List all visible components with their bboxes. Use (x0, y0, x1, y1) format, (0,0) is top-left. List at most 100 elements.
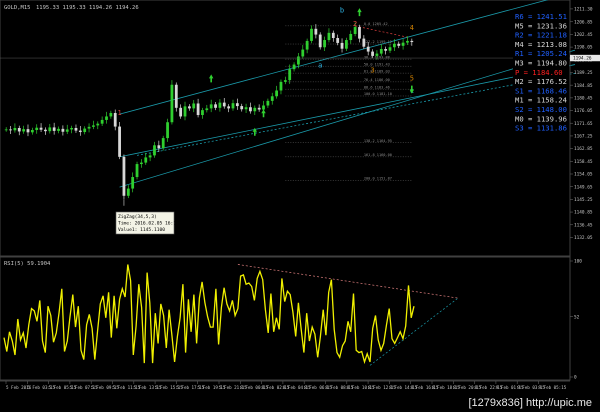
current-price-label: 1194.26 (573, 56, 592, 62)
candle-body (92, 125, 95, 127)
fib-label: 61.8 1189.03 (364, 69, 390, 73)
candle-body (244, 107, 248, 110)
candle-body (126, 188, 130, 196)
rsi-panel: RSI(5) 59.1904 100 52 0 (0, 256, 582, 381)
rsi-tick-label: 100 (574, 259, 582, 265)
price-tick-label: 1145.25 (574, 197, 593, 203)
candle-body (157, 145, 161, 149)
fib-label: 0.0 1205.42 (364, 22, 388, 26)
candle-body (392, 43, 396, 48)
price-tick-label: 1154.05 (574, 172, 593, 178)
watermark: [1279x836] http://upic.me (464, 396, 596, 410)
candle-body (57, 128, 60, 131)
price-tick-label: 1132.05 (574, 235, 593, 241)
candle-body (262, 105, 265, 110)
candle-body (214, 104, 217, 108)
candle-body (388, 47, 392, 51)
symbol-header: GOLD,M15 (4, 5, 31, 11)
price-tick-label: 1189.25 (574, 70, 593, 76)
candle-body (109, 113, 113, 117)
candle-body (74, 128, 78, 131)
pivot-level-label: M1 = 1158.24 (515, 96, 567, 105)
chart-canvas: GOLD,M15 1195.33 1195.33 1194.26 1194.26… (0, 0, 600, 390)
candle-body (192, 103, 196, 109)
candle-body (257, 107, 261, 110)
candle-body (231, 103, 235, 109)
candle-body (209, 104, 213, 109)
candle-body (275, 90, 279, 97)
candle-body (235, 103, 239, 107)
candle-body (288, 69, 292, 81)
candle-body (131, 177, 135, 189)
candle-body (196, 103, 200, 116)
candle-body (362, 38, 366, 47)
candle-body (336, 38, 340, 43)
pivot-level-label: S1 = 1168.46 (515, 86, 567, 95)
pivot-level-label: R1 = 1205.24 (515, 49, 567, 58)
price-tick-label: 1184.85 (574, 83, 593, 89)
candle-body (379, 48, 383, 54)
candle-body (105, 116, 108, 120)
fib-label: 161.8 1160.00 (364, 153, 392, 157)
candle-body (174, 84, 178, 108)
candle-body (314, 28, 318, 35)
candle-body (292, 64, 296, 70)
candle-body (13, 128, 17, 131)
pivot-level-label: M4 = 1213.08 (515, 40, 567, 49)
candle-body (205, 108, 209, 111)
tooltip-line-3: Value1: 1145.1100 (118, 227, 165, 233)
fib-label: 100.0 1181.10 (364, 92, 392, 96)
candle-body (366, 46, 370, 52)
price-tick-label: 1136.45 (574, 222, 593, 228)
price-tick-label: 1211.30 (574, 7, 593, 13)
candle-body (222, 102, 226, 107)
candle-body (26, 129, 30, 133)
pivot-levels-legend: R6 = 1241.51M5 = 1231.36R2 = 1221.18M4 =… (513, 10, 569, 134)
fib-label: 88.6 1183.46 (364, 85, 390, 89)
candle-body (283, 80, 287, 82)
time-tick-label: 9 Feb 05:15 (539, 385, 567, 390)
rsi-tick-label: 0 (574, 375, 577, 381)
candle-body (340, 42, 344, 49)
price-tick-label: 1198.05 (574, 45, 593, 51)
candle-body (135, 164, 139, 178)
price-tick-label: 1167.25 (574, 134, 593, 140)
candle-body (87, 126, 91, 129)
candle-body (397, 43, 401, 46)
wave-label-3: 3 (370, 67, 374, 75)
wave-label-1: 1 (117, 109, 121, 117)
rsi-tick-label: 52 (574, 314, 580, 320)
candle-body (353, 27, 357, 34)
candle-body (310, 28, 313, 41)
candle-body (4, 129, 8, 131)
candle-body (297, 56, 300, 65)
price-panel: GOLD,M15 1195.33 1195.33 1194.26 1194.26… (0, 0, 600, 257)
wave-label-a: a (318, 61, 322, 69)
candle-body (318, 34, 322, 48)
price-tick-label: 1202.45 (574, 32, 593, 38)
pivot-level-label: M0 = 1139.96 (515, 114, 567, 123)
fib-label: 76.4 1186.00 (364, 78, 390, 82)
wave-label-2: 2 (353, 20, 357, 28)
candle-body (323, 40, 326, 48)
candle-body (148, 155, 152, 158)
candle-body (78, 130, 82, 133)
candle-body (279, 81, 283, 91)
candle-body (61, 128, 65, 132)
candle-body (144, 157, 148, 163)
candle-body (349, 33, 353, 41)
candle-body (266, 100, 270, 106)
pivot-level-label: S2 = 1148.00 (515, 105, 567, 114)
candle-body (113, 113, 117, 127)
candle-body (170, 84, 174, 123)
fib-label: 138.2 1164.95 (364, 139, 392, 143)
pivot-level-label: P = 1184.60 (515, 68, 563, 77)
candle-body (83, 128, 87, 133)
candle-body (52, 127, 56, 131)
candle-body (65, 129, 69, 132)
candle-body (122, 156, 126, 196)
tooltip-line-2: Time: 2016.02.05 16:15 (118, 221, 179, 227)
candle-body (384, 48, 388, 51)
candle-body (201, 110, 204, 116)
time-axis: 5 Feb 20165 Feb 03:155 Feb 05:155 Feb 07… (0, 380, 570, 390)
